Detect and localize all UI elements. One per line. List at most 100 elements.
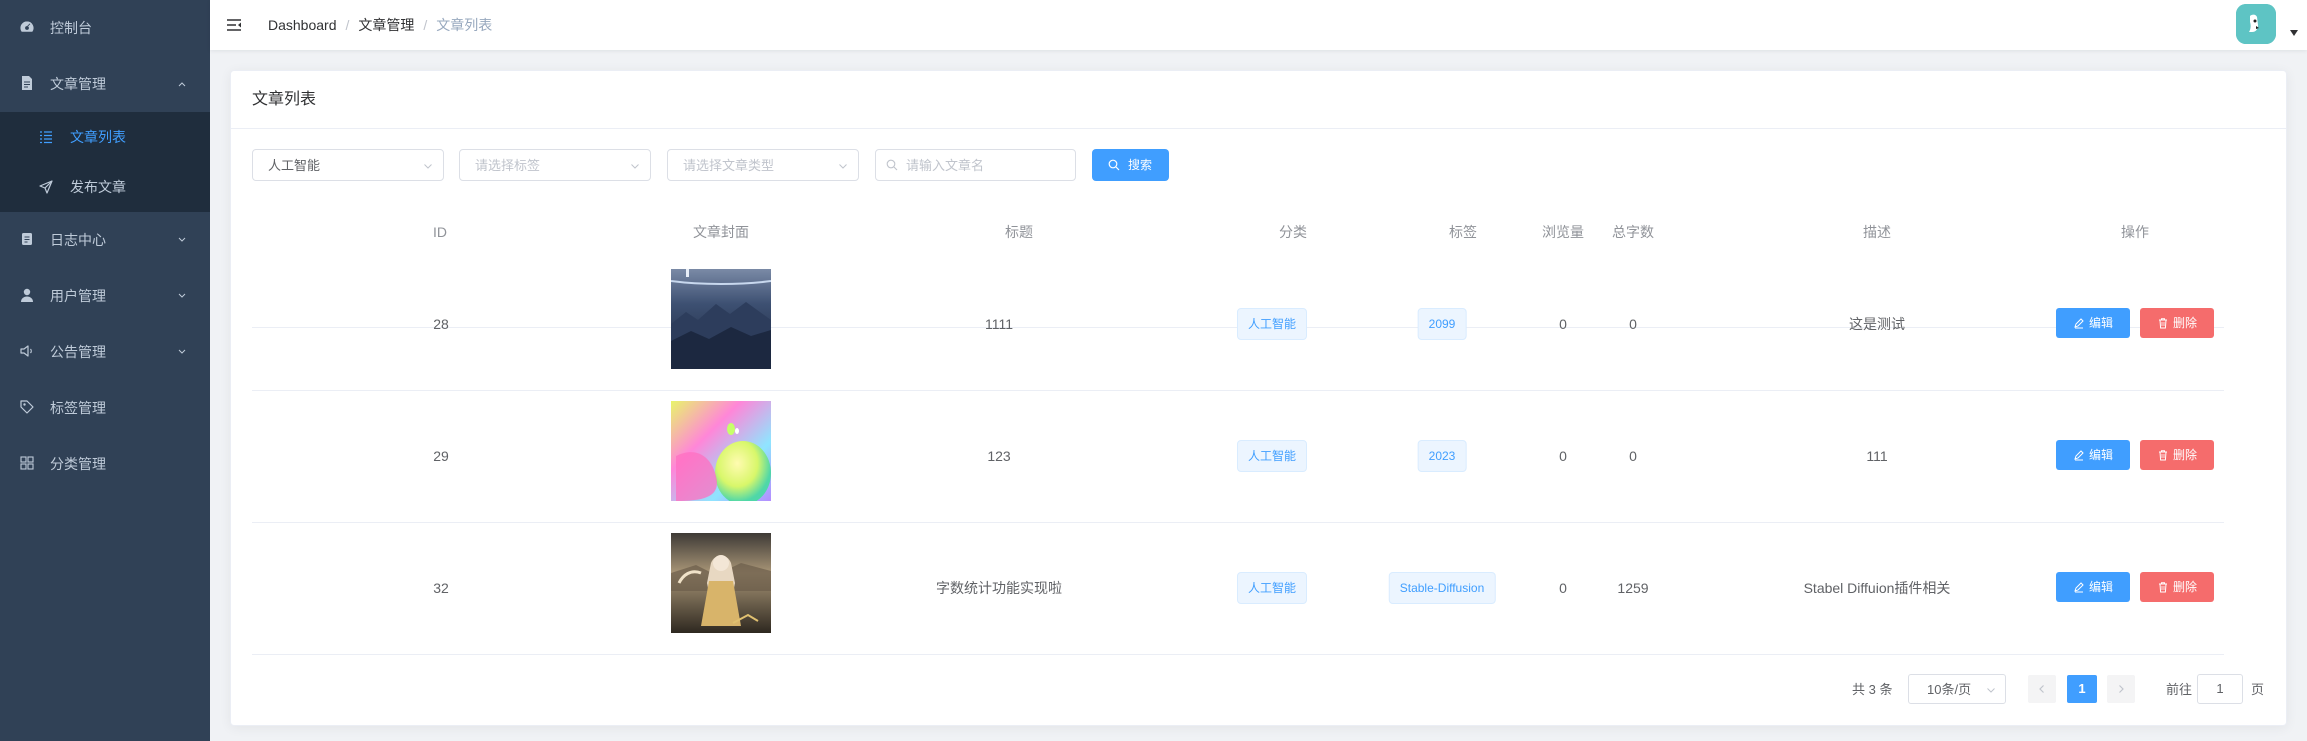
column-header-views: 浏览量: [1542, 224, 1584, 240]
cell-id: 32: [433, 580, 449, 596]
chevron-down-icon: [839, 164, 847, 169]
sidebar-item-label: 用户管理: [50, 288, 106, 304]
edit-icon: [2074, 318, 2084, 329]
category-select-value: 人工智能: [268, 158, 321, 173]
article-type-select[interactable]: 请选择文章类型: [667, 149, 859, 181]
cell-description: 这是测试: [1849, 316, 1905, 332]
breadcrumb-separator: /: [345, 17, 350, 33]
edit-button[interactable]: 编辑: [2056, 572, 2130, 602]
cell-title: 字数统计功能实现啦: [936, 580, 1062, 596]
card-header: 文章列表: [231, 71, 2286, 129]
cover-thumbnail-gradient[interactable]: [671, 401, 771, 501]
sidebar-item-label: 文章管理: [50, 76, 106, 92]
tag-select[interactable]: 请选择标签: [459, 149, 651, 181]
caret-down-icon[interactable]: [2290, 30, 2298, 36]
sidebar-item-label: 标签管理: [50, 400, 106, 416]
category-tag: 人工智能: [1236, 308, 1308, 340]
sidebar-item-label: 发布文章: [70, 179, 126, 195]
page-size-value: 10条/页: [1927, 682, 1972, 697]
sidebar-item-category-management[interactable]: 分类管理: [0, 436, 210, 492]
sidebar-item-announcement-management[interactable]: 公告管理: [0, 324, 210, 380]
chevron-down-icon: [631, 164, 639, 169]
row-divider: [252, 522, 2224, 523]
label-tag: 2099: [1417, 308, 1467, 340]
column-header-actions: 操作: [2121, 224, 2149, 240]
goto-page-input[interactable]: 1: [2197, 674, 2243, 704]
article-name-placeholder: 请输入文章名: [906, 158, 985, 173]
sidebar-item-article-management[interactable]: 文章管理: [0, 56, 210, 112]
sidebar-item-dashboard[interactable]: 控制台: [0, 0, 210, 56]
sidebar-item-label: 分类管理: [50, 456, 106, 472]
edit-button-label: 编辑: [2089, 316, 2114, 330]
pagination-total: 共 3 条: [1852, 682, 1893, 697]
delete-button-label: 删除: [2173, 448, 2198, 462]
category-tag: 人工智能: [1236, 572, 1308, 604]
cell-views: 0: [1559, 580, 1567, 596]
row-divider: [252, 390, 2224, 391]
prev-page-button[interactable]: [2028, 675, 2056, 703]
edit-button[interactable]: 编辑: [2056, 308, 2130, 338]
column-header-tag: 标签: [1449, 224, 1477, 240]
chevron-up-icon: [178, 82, 186, 87]
cell-id: 29: [433, 448, 449, 464]
column-header-id: ID: [433, 224, 447, 240]
delete-button-label: 删除: [2173, 316, 2198, 330]
cover-thumbnail-anime-girl[interactable]: [671, 533, 771, 633]
breadcrumb-separator: /: [423, 17, 428, 33]
search-button-label: 搜索: [1128, 158, 1153, 172]
search-button[interactable]: 搜索: [1092, 149, 1169, 181]
cell-id: 28: [433, 316, 449, 332]
avatar[interactable]: [2236, 4, 2276, 44]
send-icon: [39, 180, 53, 194]
breadcrumb-item-article-management: 文章管理: [358, 17, 415, 33]
sidebar-item-article-list[interactable]: 文章列表: [0, 112, 210, 162]
goto-suffix: 页: [2251, 682, 2265, 697]
sidebar-item-label: 文章列表: [70, 129, 126, 145]
user-icon: [21, 288, 33, 302]
article-name-input[interactable]: 请输入文章名: [875, 149, 1076, 181]
delete-button[interactable]: 删除: [2140, 440, 2214, 470]
column-header-title: 标题: [1005, 224, 1033, 240]
sidebar-item-user-management[interactable]: 用户管理: [0, 268, 210, 324]
delete-button-label: 删除: [2173, 580, 2198, 594]
chevron-down-icon: [178, 293, 186, 298]
edit-button-label: 编辑: [2089, 580, 2114, 594]
edit-icon: [2074, 582, 2084, 593]
chevron-down-icon: [178, 349, 186, 354]
sidebar-item-label: 日志中心: [50, 232, 106, 248]
column-header-word-count: 总字数: [1612, 224, 1654, 240]
hamburger-icon[interactable]: [226, 17, 242, 33]
top-navbar: Dashboard / 文章管理 / 文章列表: [210, 0, 2307, 50]
row-divider: [252, 654, 2224, 655]
sidebar-item-log-center[interactable]: 日志中心: [0, 212, 210, 268]
log-icon: [22, 233, 32, 245]
cover-thumbnail-mountains[interactable]: [671, 269, 771, 369]
article-list-card: 文章列表 人工智能 请选择标签 请选择文章类型 请输入文章名 搜索 ID 文章封…: [230, 70, 2287, 726]
label-tag: Stable-Diffusion: [1388, 572, 1496, 604]
page-number-current[interactable]: 1: [2067, 675, 2097, 703]
delete-button[interactable]: 删除: [2140, 308, 2214, 338]
category-select[interactable]: 人工智能: [252, 149, 444, 181]
list-icon: [40, 131, 52, 144]
category-tag: 人工智能: [1236, 440, 1308, 472]
trash-icon: [2159, 318, 2167, 329]
edit-button[interactable]: 编辑: [2056, 440, 2130, 470]
breadcrumb-item-dashboard[interactable]: Dashboard: [268, 17, 337, 33]
goto-prefix: 前往: [2166, 682, 2193, 697]
sidebar-item-label: 公告管理: [50, 344, 106, 360]
cell-title: 1111: [984, 316, 1014, 332]
sidebar: 控制台 文章管理 文章列表 发布文章 日志中心 用户管理 公告管理 标签管理 分…: [0, 0, 210, 741]
edit-icon: [2074, 450, 2084, 461]
avatar-image: [2236, 4, 2276, 44]
sidebar-item-tag-management[interactable]: 标签管理: [0, 380, 210, 436]
next-page-button[interactable]: [2107, 675, 2135, 703]
chevron-right-icon: [2119, 685, 2124, 693]
cell-word-count: 0: [1629, 448, 1637, 464]
delete-button[interactable]: 删除: [2140, 572, 2214, 602]
chevron-down-icon: [1987, 688, 1995, 693]
trash-icon: [2159, 450, 2167, 461]
cell-description: Stabel Diffuion插件相关: [1803, 580, 1951, 596]
document-icon: [22, 76, 32, 90]
sidebar-item-publish-article[interactable]: 发布文章: [0, 162, 210, 212]
page-size-select[interactable]: 10条/页: [1908, 674, 2006, 704]
